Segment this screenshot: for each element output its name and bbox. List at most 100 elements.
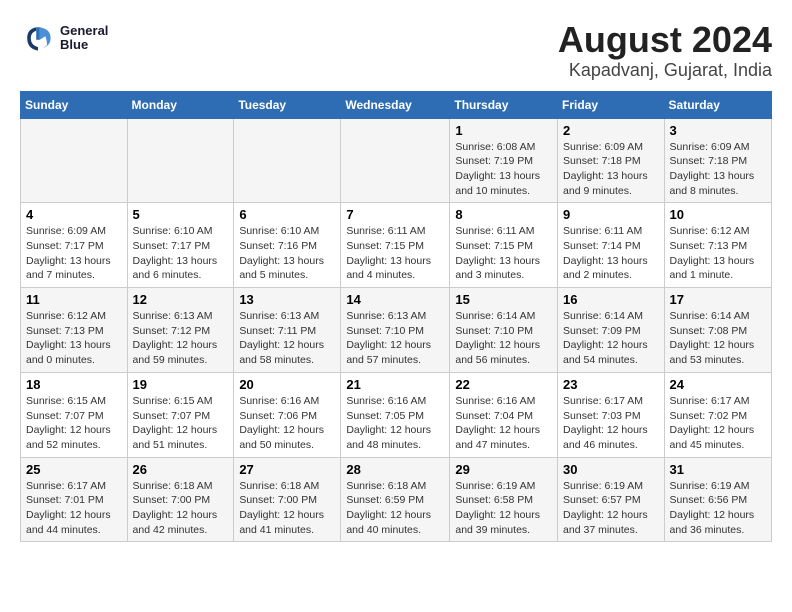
calendar-cell: 24 Sunrise: 6:17 AM Sunset: 7:02 PM Dayli… — [664, 372, 771, 457]
day-info: Sunrise: 6:10 AM Sunset: 7:17 PM Dayligh… — [133, 224, 229, 283]
calendar-cell: 22Sunrise: 6:16 AM Sunset: 7:04 PM Dayli… — [450, 372, 558, 457]
calendar-body: 1 Sunrise: 6:08 AM Sunset: 7:19 PM Daylig… — [21, 118, 772, 542]
day-number: 20 — [239, 377, 335, 392]
calendar-cell: 15Sunrise: 6:14 AM Sunset: 7:10 PM Dayli… — [450, 288, 558, 373]
title-block: August 2024 Kapadvanj, Gujarat, India — [558, 20, 772, 81]
header-cell-friday: Friday — [558, 91, 665, 118]
calendar-table: SundayMondayTuesdayWednesdayThursdayFrid… — [20, 91, 772, 543]
header-row: SundayMondayTuesdayWednesdayThursdayFrid… — [21, 91, 772, 118]
calendar-cell: 14 Sunrise: 6:13 AM Sunset: 7:10 PM Dayli… — [341, 288, 450, 373]
calendar-cell: 20Sunrise: 6:16 AM Sunset: 7:06 PM Dayli… — [234, 372, 341, 457]
calendar-cell — [234, 118, 341, 203]
day-info: Sunrise: 6:18 AM Sunset: 7:00 PM Dayligh… — [133, 479, 229, 538]
calendar-cell: 11 Sunrise: 6:12 AM Sunset: 7:13 PM Dayli… — [21, 288, 128, 373]
day-info: Sunrise: 6:11 AM Sunset: 7:14 PM Dayligh… — [563, 224, 659, 283]
day-number: 28 — [346, 462, 444, 477]
calendar-cell: 1 Sunrise: 6:08 AM Sunset: 7:19 PM Daylig… — [450, 118, 558, 203]
calendar-cell: 28Sunrise: 6:18 AM Sunset: 6:59 PM Dayli… — [341, 457, 450, 542]
day-info: Sunrise: 6:17 AM Sunset: 7:01 PM Dayligh… — [26, 479, 122, 538]
calendar-cell — [127, 118, 234, 203]
day-number: 26 — [133, 462, 229, 477]
day-info: Sunrise: 6:12 AM Sunset: 7:13 PM Dayligh… — [26, 309, 122, 368]
calendar-cell: 7 Sunrise: 6:11 AM Sunset: 7:15 PM Daylig… — [341, 203, 450, 288]
calendar-cell: 30 Sunrise: 6:19 AM Sunset: 6:57 PM Dayli… — [558, 457, 665, 542]
calendar-cell: 8 Sunrise: 6:11 AM Sunset: 7:15 PM Daylig… — [450, 203, 558, 288]
calendar-cell: 12 Sunrise: 6:13 AM Sunset: 7:12 PM Dayli… — [127, 288, 234, 373]
day-number: 27 — [239, 462, 335, 477]
day-number: 2 — [563, 123, 659, 138]
day-number: 19 — [133, 377, 229, 392]
calendar-cell: 23Sunrise: 6:17 AM Sunset: 7:03 PM Dayli… — [558, 372, 665, 457]
day-number: 25 — [26, 462, 122, 477]
logo: General Blue — [20, 20, 108, 56]
calendar-cell: 2 Sunrise: 6:09 AM Sunset: 7:18 PM Daylig… — [558, 118, 665, 203]
calendar-cell: 4 Sunrise: 6:09 AM Sunset: 7:17 PM Daylig… — [21, 203, 128, 288]
day-number: 16 — [563, 292, 659, 307]
day-number: 8 — [455, 207, 552, 222]
header-cell-wednesday: Wednesday — [341, 91, 450, 118]
header-cell-thursday: Thursday — [450, 91, 558, 118]
header-cell-sunday: Sunday — [21, 91, 128, 118]
header-cell-monday: Monday — [127, 91, 234, 118]
calendar-cell — [341, 118, 450, 203]
day-number: 4 — [26, 207, 122, 222]
day-number: 12 — [133, 292, 229, 307]
day-info: Sunrise: 6:17 AM Sunset: 7:02 PM Dayligh… — [670, 394, 766, 453]
day-info: Sunrise: 6:10 AM Sunset: 7:16 PM Dayligh… — [239, 224, 335, 283]
day-number: 24 — [670, 377, 766, 392]
day-number: 5 — [133, 207, 229, 222]
day-number: 13 — [239, 292, 335, 307]
day-number: 1 — [455, 123, 552, 138]
week-row-5: 25 Sunrise: 6:17 AM Sunset: 7:01 PM Dayli… — [21, 457, 772, 542]
day-info: Sunrise: 6:14 AM Sunset: 7:10 PM Dayligh… — [455, 309, 552, 368]
day-info: Sunrise: 6:16 AM Sunset: 7:05 PM Dayligh… — [346, 394, 444, 453]
header-cell-saturday: Saturday — [664, 91, 771, 118]
day-info: Sunrise: 6:15 AM Sunset: 7:07 PM Dayligh… — [133, 394, 229, 453]
day-info: Sunrise: 6:08 AM Sunset: 7:19 PM Dayligh… — [455, 140, 552, 199]
logo-icon — [20, 20, 56, 56]
calendar-cell: 19 Sunrise: 6:15 AM Sunset: 7:07 PM Dayli… — [127, 372, 234, 457]
day-info: Sunrise: 6:09 AM Sunset: 7:18 PM Dayligh… — [670, 140, 766, 199]
day-number: 14 — [346, 292, 444, 307]
day-number: 6 — [239, 207, 335, 222]
day-info: Sunrise: 6:09 AM Sunset: 7:18 PM Dayligh… — [563, 140, 659, 199]
calendar-cell: 13 Sunrise: 6:13 AM Sunset: 7:11 PM Dayli… — [234, 288, 341, 373]
logo-text: General Blue — [60, 24, 108, 53]
day-number: 11 — [26, 292, 122, 307]
day-number: 23 — [563, 377, 659, 392]
day-number: 9 — [563, 207, 659, 222]
calendar-cell: 16 Sunrise: 6:14 AM Sunset: 7:09 PM Dayli… — [558, 288, 665, 373]
logo-line1: General — [60, 24, 108, 38]
day-info: Sunrise: 6:14 AM Sunset: 7:08 PM Dayligh… — [670, 309, 766, 368]
day-info: Sunrise: 6:19 AM Sunset: 6:57 PM Dayligh… — [563, 479, 659, 538]
calendar-subtitle: Kapadvanj, Gujarat, India — [558, 60, 772, 81]
day-info: Sunrise: 6:13 AM Sunset: 7:12 PM Dayligh… — [133, 309, 229, 368]
day-info: Sunrise: 6:11 AM Sunset: 7:15 PM Dayligh… — [455, 224, 552, 283]
day-info: Sunrise: 6:16 AM Sunset: 7:04 PM Dayligh… — [455, 394, 552, 453]
calendar-cell: 5 Sunrise: 6:10 AM Sunset: 7:17 PM Daylig… — [127, 203, 234, 288]
day-info: Sunrise: 6:12 AM Sunset: 7:13 PM Dayligh… — [670, 224, 766, 283]
day-info: Sunrise: 6:19 AM Sunset: 6:56 PM Dayligh… — [670, 479, 766, 538]
day-number: 31 — [670, 462, 766, 477]
day-info: Sunrise: 6:14 AM Sunset: 7:09 PM Dayligh… — [563, 309, 659, 368]
day-info: Sunrise: 6:13 AM Sunset: 7:11 PM Dayligh… — [239, 309, 335, 368]
day-info: Sunrise: 6:11 AM Sunset: 7:15 PM Dayligh… — [346, 224, 444, 283]
calendar-cell: 27Sunrise: 6:18 AM Sunset: 7:00 PM Dayli… — [234, 457, 341, 542]
calendar-title: August 2024 — [558, 20, 772, 60]
calendar-cell: 29Sunrise: 6:19 AM Sunset: 6:58 PM Dayli… — [450, 457, 558, 542]
calendar-cell: 10 Sunrise: 6:12 AM Sunset: 7:13 PM Dayli… — [664, 203, 771, 288]
day-number: 7 — [346, 207, 444, 222]
calendar-cell — [21, 118, 128, 203]
page-header: General Blue August 2024 Kapadvanj, Guja… — [20, 20, 772, 81]
day-number: 10 — [670, 207, 766, 222]
logo-line2: Blue — [60, 38, 108, 52]
day-info: Sunrise: 6:13 AM Sunset: 7:10 PM Dayligh… — [346, 309, 444, 368]
day-number: 30 — [563, 462, 659, 477]
calendar-cell: 6 Sunrise: 6:10 AM Sunset: 7:16 PM Daylig… — [234, 203, 341, 288]
calendar-cell: 18Sunrise: 6:15 AM Sunset: 7:07 PM Dayli… — [21, 372, 128, 457]
day-info: Sunrise: 6:09 AM Sunset: 7:17 PM Dayligh… — [26, 224, 122, 283]
calendar-cell: 21Sunrise: 6:16 AM Sunset: 7:05 PM Dayli… — [341, 372, 450, 457]
day-number: 29 — [455, 462, 552, 477]
calendar-header: SundayMondayTuesdayWednesdayThursdayFrid… — [21, 91, 772, 118]
calendar-cell: 3Sunrise: 6:09 AM Sunset: 7:18 PM Daylig… — [664, 118, 771, 203]
